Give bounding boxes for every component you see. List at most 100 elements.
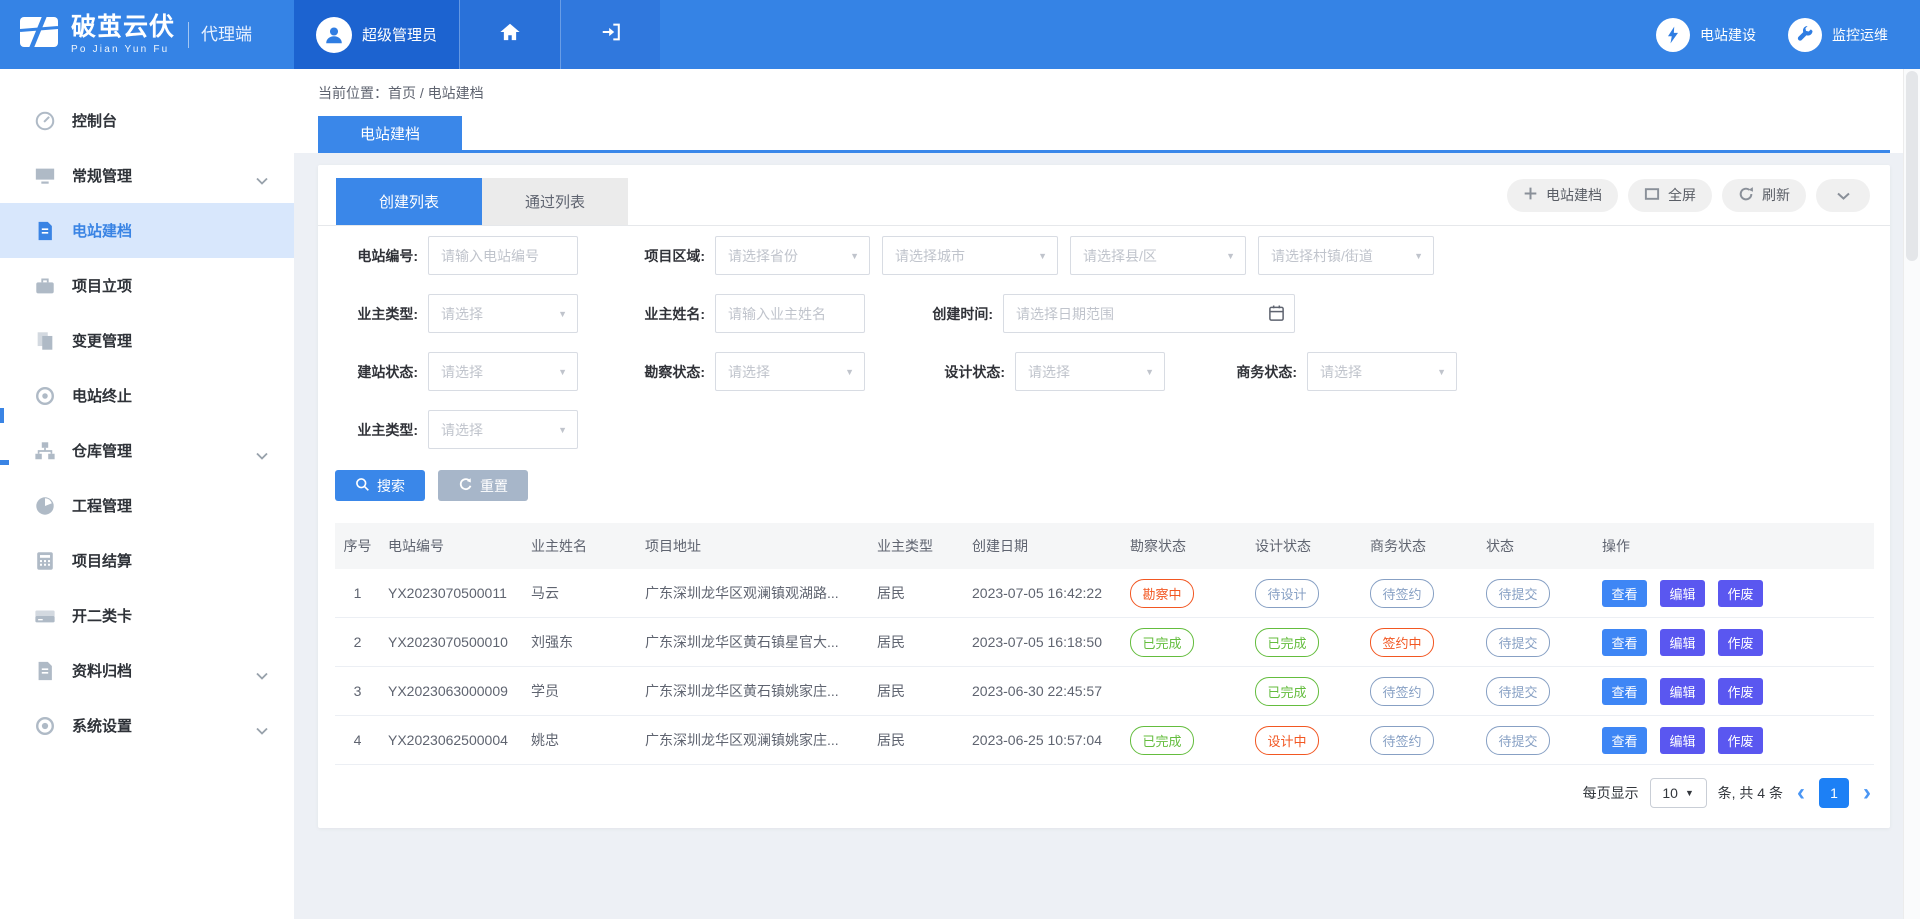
field-label: 项目区域: [623, 246, 715, 266]
nav-label: 电站建设 [1700, 25, 1756, 45]
refresh-button[interactable]: 刷新 [1722, 179, 1806, 212]
caret-down-icon: ▼ [1437, 367, 1446, 377]
nav-label: 监控运维 [1832, 25, 1888, 45]
business-status-badge: 待签约 [1370, 726, 1434, 755]
user-menu[interactable]: 超级管理员 [294, 0, 459, 69]
breadcrumb-band: 当前位置：首页 / 电站建档 电站建档 [294, 69, 1920, 153]
business-status-badge: 待签约 [1370, 677, 1434, 706]
view-button[interactable]: 查看 [1602, 629, 1647, 656]
avatar [316, 17, 352, 53]
field-label: 电站编号: [336, 246, 428, 266]
page-tab[interactable]: 电站建档 [318, 116, 462, 150]
city-select[interactable]: 请选择城市▼ [882, 236, 1058, 275]
monitor-icon [34, 165, 56, 187]
sidebar-item-label: 电站终止 [72, 385, 132, 406]
table-row: 3YX2023063000009学员广东深圳龙华区黄石镇姚家庄...居民2023… [335, 667, 1874, 716]
build-status-select[interactable]: 请选择▼ [428, 352, 578, 391]
field-label: 商务状态: [1215, 362, 1307, 382]
collapse-filters-button[interactable] [1816, 179, 1870, 212]
logout-button[interactable] [560, 0, 660, 69]
sidebar-item-station-archive[interactable]: 电站建档 [0, 203, 294, 258]
sidebar-item-project-settlement[interactable]: 项目结算 [0, 533, 294, 588]
view-button[interactable]: 查看 [1602, 678, 1647, 705]
calculator-icon [34, 550, 56, 572]
prev-page-button[interactable]: ‹ [1794, 781, 1808, 805]
sidebar-item-project-initiation[interactable]: 项目立项 [0, 258, 294, 313]
sidebar-item-data-archive[interactable]: 资料归档 [0, 643, 294, 698]
page-scrollbar[interactable] [1903, 69, 1920, 919]
create-station-button[interactable]: 电站建档 [1507, 179, 1618, 212]
gauge-icon [34, 495, 56, 517]
district-select[interactable]: 请选择县/区▼ [1070, 236, 1246, 275]
tab-passed-list[interactable]: 通过列表 [482, 178, 628, 225]
owner-type2-select[interactable]: 请选择▼ [428, 410, 578, 449]
sidebar-item-type2-card[interactable]: 开二类卡 [0, 588, 294, 643]
business-status-select[interactable]: 请选择▼ [1307, 352, 1457, 391]
edit-button[interactable]: 编辑 [1660, 678, 1705, 705]
station-no-input[interactable] [428, 236, 578, 275]
scrollbar-thumb[interactable] [1906, 71, 1918, 261]
plus-icon [1523, 186, 1538, 204]
chevron-down-icon [1837, 187, 1850, 203]
field-label: 设计状态: [923, 362, 1015, 382]
pagination: 每页显示 10 ▼ 条, 共 4 条 ‹ 1 › [318, 778, 1874, 808]
survey-status-select[interactable]: 请选择▼ [715, 352, 865, 391]
sidebar-item-warehouse-management[interactable]: 仓库管理 [0, 423, 294, 478]
page-button[interactable]: 1 [1819, 778, 1849, 808]
sidebar-item-label: 常规管理 [72, 165, 132, 186]
sidebar-item-console[interactable]: 控制台 [0, 93, 294, 148]
sidebar-item-system-settings[interactable]: 系统设置 [0, 698, 294, 753]
edit-button[interactable]: 编辑 [1660, 580, 1705, 607]
business-status-badge: 待签约 [1370, 579, 1434, 608]
edit-button[interactable]: 编辑 [1660, 629, 1705, 656]
reset-icon [458, 477, 473, 495]
logout-icon [600, 21, 622, 48]
void-button[interactable]: 作废 [1718, 727, 1763, 754]
archive-doc-icon [34, 660, 56, 682]
design-status-select[interactable]: 请选择▼ [1015, 352, 1165, 391]
town-select[interactable]: 请选择村镇/街道▼ [1258, 236, 1434, 275]
void-button[interactable]: 作废 [1718, 580, 1763, 607]
survey-status-badge: 勘察中 [1130, 579, 1194, 608]
sidebar-item-change-management[interactable]: 变更管理 [0, 313, 294, 368]
reset-button[interactable]: 重置 [438, 470, 528, 501]
calendar-icon [1268, 304, 1285, 327]
search-button[interactable]: 搜索 [335, 470, 425, 501]
design-status-badge: 已完成 [1255, 677, 1319, 706]
sidebar-item-general-management[interactable]: 常规管理 [0, 148, 294, 203]
sidebar-item-label: 开二类卡 [72, 605, 132, 626]
content-card: 创建列表 通过列表 电站建档 全屏 刷新 [318, 165, 1890, 828]
nav-plant-construction[interactable]: 电站建设 [1656, 0, 1756, 69]
void-button[interactable]: 作废 [1718, 629, 1763, 656]
owner-name-input[interactable] [715, 294, 865, 333]
portal-label: 代理端 [188, 22, 252, 48]
sitemap-icon [34, 440, 56, 462]
table-body: 1YX2023070500011马云广东深圳龙华区观澜镇观湖路...居民2023… [335, 569, 1874, 765]
sidebar-item-station-termination[interactable]: 电站终止 [0, 368, 294, 423]
per-page-select[interactable]: 10 ▼ [1650, 778, 1707, 808]
sidebar-item-label: 资料归档 [72, 660, 132, 681]
sidebar-scroll-mark [0, 460, 9, 465]
station-table: 序号 电站编号 业主姓名 项目地址 业主类型 创建日期 勘察状态 设计状态 商务… [335, 523, 1874, 765]
sidebar-item-engineering-management[interactable]: 工程管理 [0, 478, 294, 533]
chevron-down-icon [256, 172, 268, 190]
edit-button[interactable]: 编辑 [1660, 727, 1705, 754]
nav-monitor-ops[interactable]: 监控运维 [1788, 0, 1888, 69]
caret-down-icon: ▼ [1226, 251, 1235, 261]
view-button[interactable]: 查看 [1602, 580, 1647, 607]
province-select[interactable]: 请选择省份▼ [715, 236, 870, 275]
chevron-down-icon [256, 667, 268, 685]
view-button[interactable]: 查看 [1602, 727, 1647, 754]
next-page-button[interactable]: › [1860, 781, 1874, 805]
owner-type-select[interactable]: 请选择▼ [428, 294, 578, 333]
void-button[interactable]: 作废 [1718, 678, 1763, 705]
fullscreen-button[interactable]: 全屏 [1628, 179, 1712, 212]
home-button[interactable] [459, 0, 560, 69]
tab-create-list[interactable]: 创建列表 [336, 178, 482, 225]
status-status-badge: 待提交 [1486, 726, 1550, 755]
survey-status-badge: 已完成 [1130, 628, 1194, 657]
date-range-input[interactable] [1003, 294, 1295, 333]
dashboard-icon [34, 110, 56, 132]
field-label: 创建时间: [911, 304, 1003, 324]
wrench-icon [1788, 18, 1822, 52]
